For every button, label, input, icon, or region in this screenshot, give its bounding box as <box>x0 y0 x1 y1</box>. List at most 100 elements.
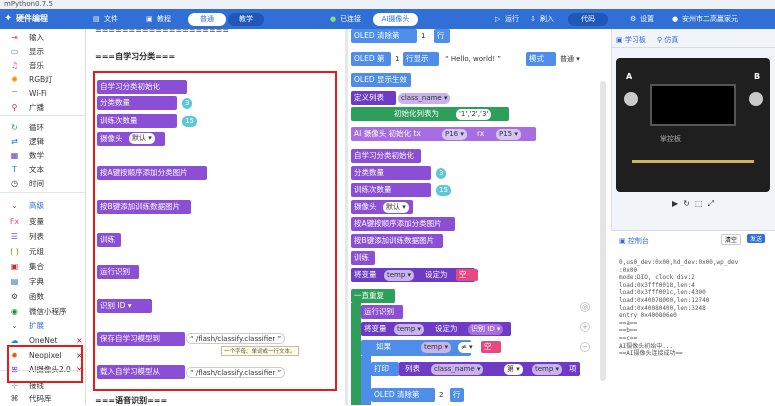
block-init[interactable]: 自学习分类初始化 <box>351 149 421 163</box>
if-var-select[interactable]: temp ▾ <box>421 342 452 353</box>
block-oled-take-effect[interactable]: OLED 显示生效 <box>351 73 411 87</box>
block-run-recognize[interactable]: 运行识别 <box>361 305 403 319</box>
run-button[interactable]: 运行 <box>505 9 519 29</box>
sidebar-item-list[interactable]: ☰ 列表 <box>0 230 85 243</box>
sidebar-item-dict[interactable]: ▤ 字典 <box>0 275 85 288</box>
if-empty-value[interactable]: 空 <box>481 341 501 353</box>
oled-show-row[interactable]: 1 <box>392 54 403 65</box>
block-class-count[interactable]: 分类数量 <box>351 166 431 180</box>
rx-label: rx <box>474 127 488 141</box>
oled-mode-select[interactable]: 普通 ▾ <box>557 54 583 65</box>
sidebar-divider <box>0 115 85 116</box>
serial-line: load:0x3fff001c,len:4300 <box>619 289 706 297</box>
block-oled-show[interactable]: OLED 第 <box>351 52 391 66</box>
broadcast-icon: ⚲ <box>11 103 18 112</box>
vertical-scrollbar[interactable] <box>600 81 606 381</box>
serial-line: 0,us0_dev:0x00,hd_dev:0x00,wp_dev <box>619 259 739 266</box>
import-button[interactable]: 刷入 <box>540 9 554 29</box>
sidebar-item-label: Wi-Fi <box>29 89 47 98</box>
sidebar-item-label: 循环 <box>29 123 44 132</box>
sidebar-item-display[interactable]: ▭ 显示 <box>0 45 85 58</box>
camera-select[interactable]: 默认 ▾ <box>383 202 409 213</box>
mode-normal-tab[interactable]: 普通 <box>188 13 226 26</box>
mode-code-tab[interactable]: 教学 <box>228 13 264 26</box>
serial-line: load:0x40080400,len:3248 <box>619 304 706 312</box>
sidebar-item-broadcast[interactable]: ⚲ 广播 <box>0 101 85 114</box>
class-count-value[interactable]: 3 <box>436 168 447 179</box>
sidebar-item-function[interactable]: ⚙ 函数 <box>0 290 85 303</box>
tab-learn-board[interactable]: ▣ 学习板 <box>616 35 646 45</box>
block-oled-clear[interactable]: OLED 清除第 <box>351 29 417 43</box>
sidebar-item-rgb[interactable]: ✺ RGB灯 <box>0 73 85 86</box>
location-icon: ● <box>672 15 679 23</box>
serial-clear-button[interactable]: 清空 <box>721 234 742 245</box>
settings-button[interactable]: 设置 <box>640 9 654 29</box>
block-define-list[interactable]: 定义列表 <box>351 91 396 105</box>
recognize-id-select[interactable]: 识别 ID ▾ <box>468 324 504 335</box>
sidebar-item-time[interactable]: ◷ 时间 <box>0 177 85 190</box>
button-b[interactable] <box>749 92 763 106</box>
empty-value[interactable]: 空 <box>456 269 478 281</box>
sidebar-item-music[interactable]: ♫ 音乐 <box>0 59 85 72</box>
wechat-icon: ◉ <box>11 307 18 316</box>
index-var-select[interactable]: temp ▾ <box>532 364 563 375</box>
zoom-reset-icon[interactable]: ◎ <box>580 302 590 312</box>
block-if[interactable]: 如果 <box>361 340 471 356</box>
wifi-icon: ⌔ <box>10 89 19 98</box>
var-select[interactable]: temp ▾ <box>384 270 415 281</box>
sidebar-item-extension[interactable]: ⌄ 扩展 <box>0 319 85 332</box>
sidebar-item-label: 文本 <box>29 165 44 174</box>
block-train-count[interactable]: 训练次数量 <box>351 183 431 197</box>
firmware-badge[interactable]: AI摄像头2.0.1 <box>373 13 418 36</box>
list-name-select[interactable]: class_name ▾ <box>398 93 451 104</box>
list-ref-select[interactable]: class_name ▾ <box>431 364 484 375</box>
sidebar-item-text[interactable]: T 文本 <box>0 163 85 176</box>
sidebar-item-math[interactable]: ▦ 数学 <box>0 149 85 162</box>
block-oled-clear2[interactable]: OLED 清除第 <box>371 388 435 402</box>
oled-clear2-row[interactable]: 2 <box>436 390 447 401</box>
highlight-box-palette <box>93 71 337 391</box>
sidebar-item-wechat[interactable]: ◉ 微信小程序 <box>0 305 85 318</box>
device-label-b: B <box>754 72 761 81</box>
serial-line: ==a== <box>619 319 638 327</box>
sidebar-item-set[interactable]: ▣ 集合 <box>0 260 85 273</box>
serial-line: load:0x40078000,len:12740 <box>619 296 710 304</box>
index-select[interactable]: 第 ▾ <box>504 364 523 375</box>
serial-send-button[interactable]: 发送 <box>747 234 766 243</box>
tab-emulator[interactable]: ⚲ 仿真 <box>657 35 678 45</box>
sidebar-item-label: 变量 <box>29 217 44 226</box>
neq-select[interactable]: ≠ ▾ <box>458 342 476 353</box>
logic-icon: ⇄ <box>11 137 18 146</box>
block-forever[interactable]: 一直重复 <box>351 289 395 303</box>
forever-arm <box>351 303 361 405</box>
oled-clear-row[interactable]: 1 <box>418 31 429 42</box>
block-add-class[interactable]: 按A键按顺序添加分类图片 <box>351 217 455 231</box>
play-controls[interactable]: ▶ ↻ ⬚ ⤢ <box>672 199 714 209</box>
sidebar-item-tuple[interactable]: ( ) 元组 <box>0 245 85 258</box>
zoom-in-icon[interactable]: + <box>580 322 590 332</box>
sidebar-item-variable[interactable]: Fx 变量 <box>0 215 85 228</box>
block-train[interactable]: 训练 <box>351 251 375 265</box>
zoom-out-icon[interactable]: − <box>580 342 590 352</box>
block-print[interactable]: 打印 <box>371 362 399 376</box>
rx-pin-select[interactable]: P15 ▾ <box>496 129 521 140</box>
var-select2[interactable]: temp ▾ <box>394 324 425 335</box>
serial-line: ==b== <box>619 327 638 335</box>
serial-line: :0x00 <box>619 266 638 274</box>
sidebar-item-logic[interactable]: ⇄ 逻辑 <box>0 135 85 148</box>
oled-show-text[interactable]: “ Hello, world! ” <box>442 54 504 65</box>
oled-clear-suffix: 行 <box>434 29 450 43</box>
code-toggle[interactable]: 代码 <box>568 13 608 26</box>
train-count-value[interactable]: 15 <box>436 185 451 196</box>
sidebar-item-loop[interactable]: ↻ 循环 <box>0 121 85 134</box>
sidebar-item-input[interactable]: ⇥ 输入 <box>0 31 85 44</box>
sidebar-item-wifi[interactable]: ⌔ Wi-Fi <box>0 87 85 100</box>
block-add-train[interactable]: 按B键添加训练数据图片 <box>351 234 443 248</box>
input-icon: ⇥ <box>11 33 18 42</box>
tx-pin-select[interactable]: P16 ▾ <box>442 129 467 140</box>
list-values[interactable]: '1','2','3' <box>456 109 492 120</box>
sidebar-item-codelib[interactable]: ⌘ 代码库 <box>0 392 85 405</box>
sidebar-item-advanced[interactable]: ⌄ 高级 <box>0 199 85 212</box>
sidebar-item-label: 扩展 <box>29 321 44 330</box>
button-a[interactable] <box>624 92 638 106</box>
